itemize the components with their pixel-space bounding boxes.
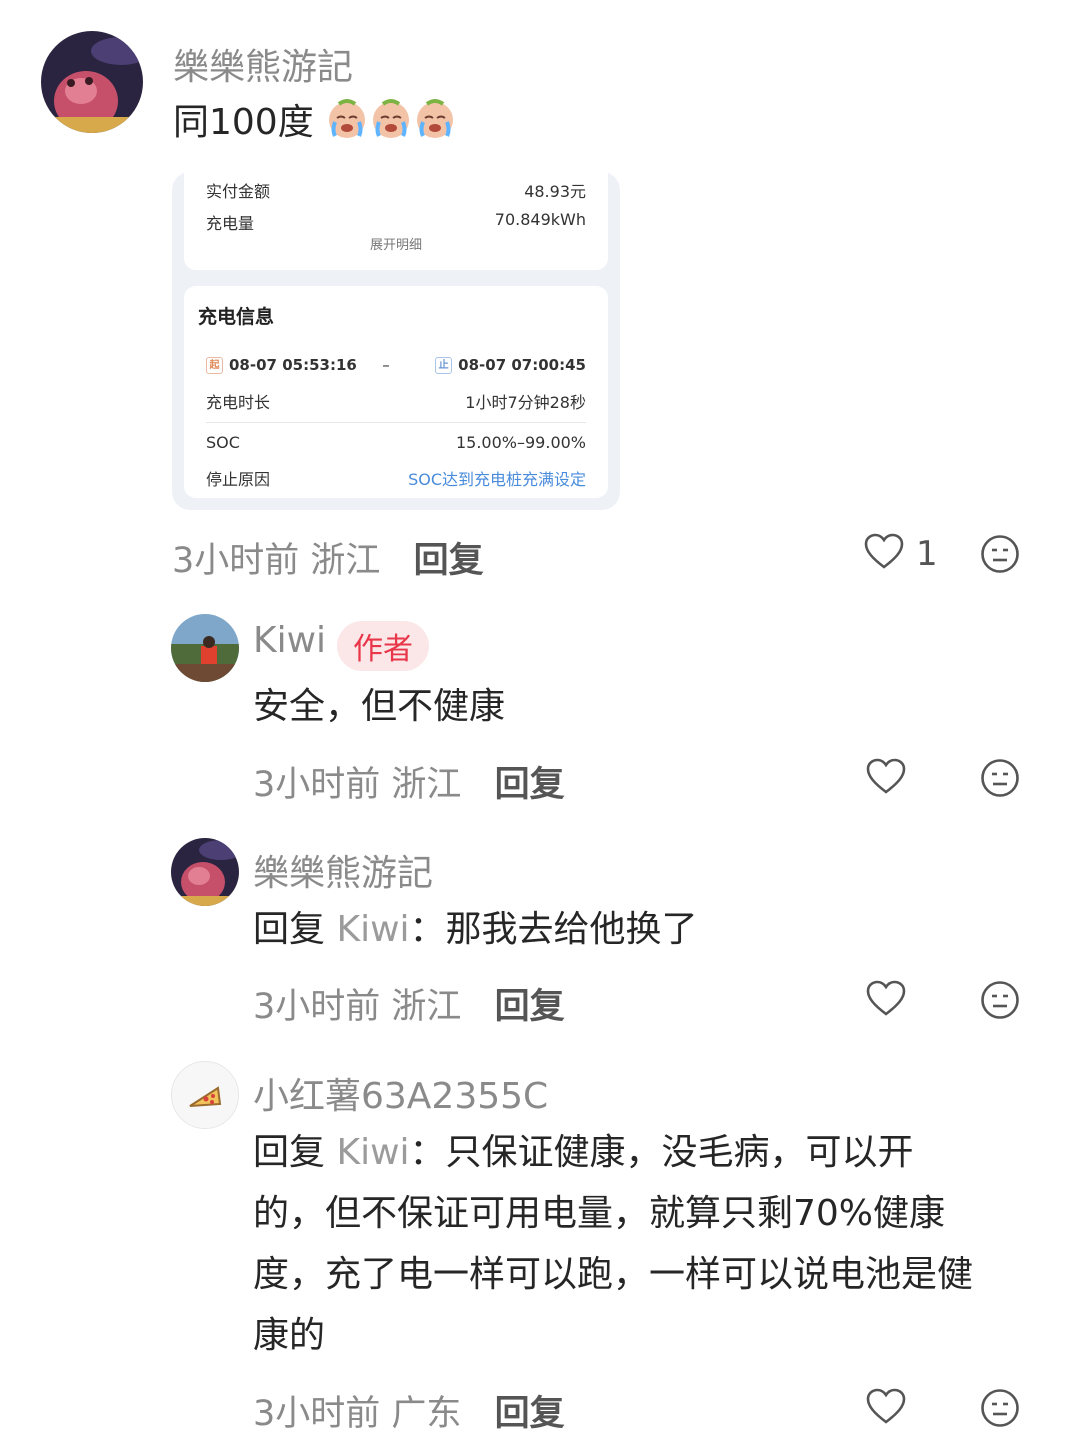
location: 浙江	[391, 987, 462, 1027]
heart-icon	[864, 533, 904, 575]
reply-target-user[interactable]: Kiwi	[336, 1132, 409, 1173]
timestamp: 3小时前	[172, 541, 300, 581]
comment-line: 的，但不保证可用电量，就算只剩70%健康	[253, 1193, 946, 1234]
payment-panel: 实付金额 48.93元 充电量 70.849kWh 展开明细	[184, 172, 608, 270]
energy-label: 充电量	[206, 214, 255, 233]
reply-button[interactable]: 回复	[495, 765, 565, 805]
avatar[interactable]	[171, 614, 239, 682]
comment-body: ：那我去给他换了	[409, 909, 698, 950]
comment-meta: 3小时前 浙江 回复	[253, 756, 565, 807]
meh-face-icon[interactable]	[980, 980, 1020, 1024]
crying-face-icon	[413, 96, 457, 159]
crying-face-icon	[369, 96, 413, 159]
comment-meta: 3小时前 浙江 回复	[172, 532, 484, 583]
heart-icon[interactable]	[866, 980, 906, 1022]
stop-reason-value: SOC达到充电桩充满设定	[408, 470, 586, 489]
heart-icon[interactable]	[866, 758, 906, 800]
comment-text: 同100度	[173, 92, 457, 159]
comment-text: 回复 Kiwi：只保证健康，没毛病，可以开 的，但不保证可用电量，就算只剩70%…	[253, 1122, 973, 1366]
duration-label: 充电时长	[206, 393, 271, 412]
location: 浙江	[310, 541, 381, 581]
energy-value: 70.849kWh	[494, 210, 586, 229]
meh-face-icon[interactable]	[980, 1388, 1020, 1432]
paid-value: 48.93元	[524, 182, 586, 201]
comment-meta: 3小时前 浙江 回复	[253, 978, 565, 1029]
soc-label: SOC	[206, 433, 240, 452]
timestamp: 3小时前	[253, 765, 381, 805]
crying-face-icon	[325, 96, 369, 159]
timestamp: 3小时前	[253, 1394, 381, 1434]
stop-reason-label: 停止原因	[206, 470, 271, 489]
author-badge: 作者	[337, 621, 429, 671]
comment-line: 康的	[253, 1315, 326, 1356]
username[interactable]: 樂樂熊游記	[253, 844, 433, 896]
comment-meta: 3小时前 广东 回复	[253, 1385, 565, 1436]
comment-text: 回复 Kiwi：那我去给他换了	[253, 899, 698, 960]
soc-value: 15.00%–99.00%	[455, 433, 586, 452]
duration-value: 1小时7分钟28秒	[465, 393, 586, 412]
heart-icon[interactable]	[866, 1388, 906, 1430]
reply-target-user[interactable]: Kiwi	[336, 909, 409, 950]
reply-prefix: 回复	[253, 1132, 326, 1173]
like-count: 1	[916, 534, 938, 574]
avatar[interactable]	[171, 1061, 239, 1129]
avatar[interactable]	[41, 31, 143, 133]
divider	[206, 422, 586, 423]
meh-face-icon[interactable]	[980, 758, 1020, 802]
start-tag: 起	[206, 357, 223, 374]
location: 广东	[391, 1394, 462, 1434]
end-time: 08-07 07:00:45	[458, 356, 586, 374]
reply-button[interactable]: 回复	[495, 1394, 565, 1434]
username[interactable]: 小红薯63A2355C	[253, 1067, 548, 1119]
comment-body: 同100度	[173, 102, 314, 143]
username[interactable]: Kiwi	[253, 620, 326, 661]
location: 浙江	[391, 765, 462, 805]
avatar[interactable]	[171, 838, 239, 906]
charging-receipt-image[interactable]: 实付金额 48.93元 充电量 70.849kWh 展开明细 充电信息 起 08-…	[172, 172, 620, 510]
timestamp: 3小时前	[253, 987, 381, 1027]
username[interactable]: 樂樂熊游記	[173, 38, 353, 90]
comment-line: 度，充了电一样可以跑，一样可以说电池是健	[253, 1254, 974, 1295]
start-time: 08-07 05:53:16	[229, 356, 357, 374]
meh-face-icon[interactable]	[980, 534, 1020, 578]
charging-info-panel: 充电信息 起 08-07 05:53:16 – 止 08-07 07:00:45 充…	[184, 286, 608, 498]
time-separator: –	[382, 356, 390, 374]
like-button[interactable]: 1	[864, 533, 938, 575]
charging-info-title: 充电信息	[198, 306, 275, 328]
end-tag: 止	[435, 357, 453, 374]
expand-details-link: 展开明细	[369, 238, 422, 253]
paid-label: 实付金额	[206, 182, 271, 201]
reply-button[interactable]: 回复	[414, 541, 484, 581]
comment-text: 安全，但不健康	[253, 686, 506, 727]
reply-prefix: 回复	[253, 909, 326, 950]
reply-button[interactable]: 回复	[495, 987, 565, 1027]
comment-line: ：只保证健康，没毛病，可以开	[409, 1132, 914, 1173]
